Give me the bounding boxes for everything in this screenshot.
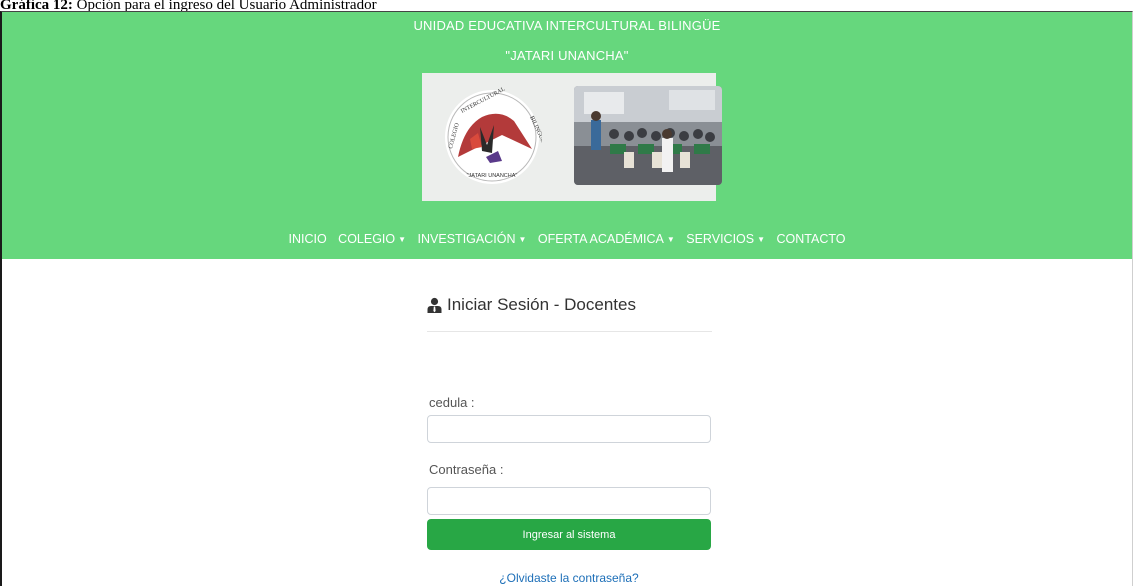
nav-item-contacto[interactable]: CONTACTO [777, 232, 846, 246]
password-input[interactable] [427, 487, 711, 515]
caret-down-icon: ▼ [518, 235, 527, 244]
cedula-label: cedula : [429, 395, 475, 410]
cedula-input[interactable] [427, 415, 711, 443]
nav-item-colegio[interactable]: COLEGIO ▼ [338, 232, 406, 246]
caret-down-icon: ▼ [398, 235, 407, 244]
login-title: Iniciar Sesión - Docentes [427, 295, 712, 332]
nav-item-label: COLEGIO [338, 232, 396, 246]
school-name-line1: UNIDAD EDUCATIVA INTERCULTURAL BILINGÜE [413, 18, 721, 33]
caret-down-icon: ▼ [757, 235, 766, 244]
forgot-password-link[interactable]: ¿Olvidaste la contraseña? [427, 571, 711, 585]
login-submit-button[interactable]: Ingresar al sistema [427, 519, 711, 550]
password-label: Contraseña : [429, 462, 504, 477]
user-icon [427, 297, 442, 313]
main-nav: INICIO COLEGIO ▼ INVESTIGACIÓN ▼ OFERTA AC… [2, 232, 1132, 246]
login-panel: Iniciar Sesión - Docentes cedula : Contr… [427, 295, 712, 585]
nav-item-label: OFERTA ACADÉMICA [537, 232, 664, 246]
svg-text:"JATARI UNANCHA": "JATARI UNANCHA" [467, 173, 518, 179]
school-seal-logo: "JATARI UNANCHA" INTERCULTURAL COLEGIO B… [442, 86, 547, 187]
nav-item-investigacion[interactable]: INVESTIGACIÓN ▼ [418, 232, 527, 246]
site-header: UNIDAD EDUCATIVA INTERCULTURAL BILINGÜE … [2, 12, 1132, 259]
nav-item-label: INVESTIGACIÓN [417, 232, 516, 246]
nav-item-oferta-academica[interactable]: OFERTA ACADÉMICA ▼ [538, 232, 675, 246]
header-banner: "JATARI UNANCHA" INTERCULTURAL COLEGIO B… [422, 73, 722, 201]
nav-item-servicios[interactable]: SERVICIOS ▼ [686, 232, 765, 246]
caret-down-icon: ▼ [666, 235, 675, 244]
nav-item-label: SERVICIOS [686, 232, 755, 246]
school-name-line2: "JATARI UNANCHA" [505, 48, 629, 63]
nav-item-inicio[interactable]: INICIO [288, 232, 326, 246]
classroom-photo [574, 86, 722, 185]
browser-frame: UNIDAD EDUCATIVA INTERCULTURAL BILINGÜE … [0, 11, 1133, 586]
login-title-text: Iniciar Sesión - Docentes [447, 295, 636, 314]
nav-item-label: INICIO [288, 232, 327, 246]
nav-item-label: CONTACTO [776, 232, 846, 246]
